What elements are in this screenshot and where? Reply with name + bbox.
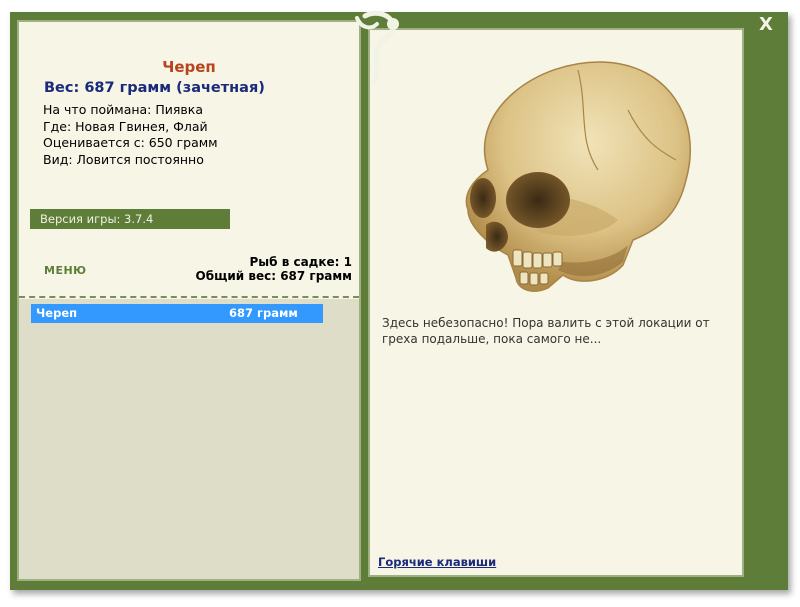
total-weight: Общий вес: 687 грамм (195, 269, 352, 283)
catch-stats: Рыб в садке: 1 Общий вес: 687 грамм (196, 255, 352, 283)
version-label: Версия игры: 3.7.4 (30, 209, 230, 229)
fish-weight: Вес: 687 грамм (зачетная) (44, 80, 265, 96)
valued-from-text: Оценивается с: 650 грамм (43, 135, 218, 150)
list-item-name: Череп (36, 306, 78, 320)
caught-on-text: На что поймана: Пиявка (43, 102, 203, 117)
close-icon[interactable]: X (755, 14, 777, 36)
fish-info: На что поймана: Пиявка Где: Новая Гвинея… (43, 102, 218, 168)
divider (19, 296, 359, 298)
vine-ornament-icon (355, 10, 399, 83)
catch-list (19, 299, 359, 579)
fish-count: Рыб в садке: 1 (249, 255, 353, 269)
right-panel: Здесь небезопасно! Пора валить с этой ло… (368, 28, 744, 577)
menu-button[interactable]: МЕНЮ (44, 264, 87, 277)
skull-image (465, 61, 691, 292)
list-item[interactable]: Череп 687 грамм (31, 304, 323, 323)
location-text: Где: Новая Гвинея, Флай (43, 118, 208, 134)
left-panel: Череп Вес: 687 грамм (зачетная) На что п… (17, 20, 361, 581)
kind-text: Вид: Ловится постоянно (43, 151, 204, 167)
location-description: Здесь небезопасно! Пора валить с этой ло… (382, 316, 710, 346)
hotkeys-link[interactable]: Горячие клавиши (378, 555, 496, 569)
list-item-weight: 687 грамм (229, 306, 298, 320)
fish-name-title: Череп (162, 58, 216, 76)
